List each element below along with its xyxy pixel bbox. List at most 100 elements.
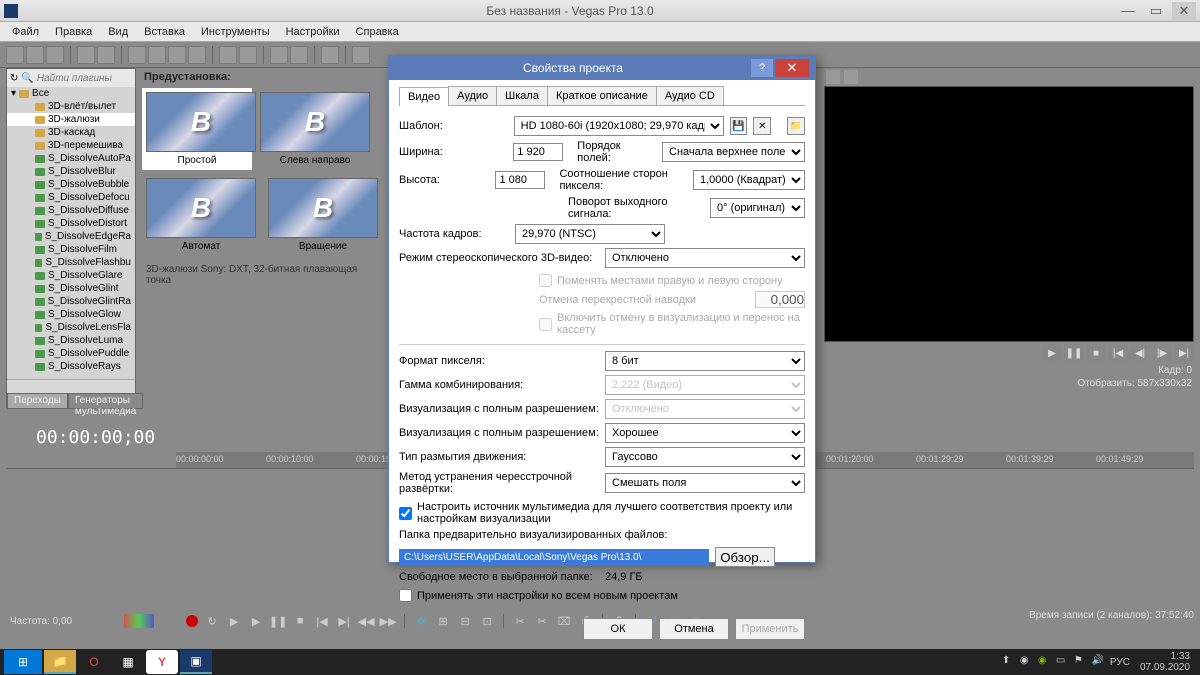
play-button[interactable]: ▶ bbox=[248, 613, 264, 629]
stop-button[interactable]: ■ bbox=[292, 613, 308, 629]
rate-slider[interactable] bbox=[124, 614, 154, 628]
toolbar-button[interactable] bbox=[46, 46, 64, 64]
step-back-button[interactable]: ◀| bbox=[1130, 345, 1150, 361]
tab-transitions[interactable]: Переходы bbox=[7, 393, 68, 409]
tray-language[interactable]: РУС bbox=[1110, 657, 1130, 668]
toolbar-button[interactable] bbox=[77, 46, 95, 64]
dialog-tab[interactable]: Аудио CD bbox=[656, 86, 724, 105]
taskbar-item-vegas[interactable]: ▣ bbox=[180, 650, 212, 674]
menu-Файл[interactable]: Файл bbox=[4, 24, 47, 40]
tree-item[interactable]: 3D-перемешива bbox=[7, 139, 135, 152]
step-fwd-button[interactable]: |▶ bbox=[1152, 345, 1172, 361]
dialog-tab[interactable]: Шкала bbox=[496, 86, 548, 105]
apply-all-checkbox[interactable] bbox=[399, 589, 412, 602]
dialog-tab[interactable]: Видео bbox=[399, 87, 449, 106]
tree-item[interactable]: S_DissolveAutoPa bbox=[7, 152, 135, 165]
preview-tool-icon[interactable] bbox=[826, 70, 840, 84]
tree-item[interactable]: S_DissolveRays bbox=[7, 360, 135, 373]
play-button[interactable]: ▶ bbox=[1042, 345, 1062, 361]
tree-item[interactable]: S_DissolveGlare bbox=[7, 269, 135, 282]
match-media-icon[interactable]: 📁 bbox=[787, 117, 805, 135]
fullres2-select[interactable]: Хорошее bbox=[605, 423, 805, 443]
width-input[interactable] bbox=[513, 143, 563, 161]
toolbar-button[interactable] bbox=[352, 46, 370, 64]
field-order-select[interactable]: Сначала верхнее поле bbox=[662, 142, 805, 162]
dialog-tab[interactable]: Аудио bbox=[448, 86, 497, 105]
dialog-help-button[interactable]: ? bbox=[751, 59, 773, 77]
taskbar-item-yandex[interactable]: Y bbox=[146, 650, 178, 674]
tray-nvidia-icon[interactable]: ◉ bbox=[1038, 655, 1052, 669]
toolbar-button[interactable] bbox=[168, 46, 186, 64]
refresh-icon[interactable]: ↻ bbox=[10, 73, 18, 84]
toolbar-button[interactable] bbox=[239, 46, 257, 64]
deinterlace-select[interactable]: Смешать поля bbox=[605, 473, 805, 493]
tray-steam-icon[interactable]: ◉ bbox=[1020, 655, 1034, 669]
toolbar-button[interactable] bbox=[270, 46, 288, 64]
fps-select[interactable]: 29,970 (NTSC) bbox=[515, 224, 665, 244]
toolbar-button[interactable] bbox=[290, 46, 308, 64]
record-button[interactable] bbox=[186, 615, 198, 627]
tree-item[interactable]: S_DissolveLensFla bbox=[7, 321, 135, 334]
pixel-format-select[interactable]: 8 бит bbox=[605, 351, 805, 371]
tab-media-generators[interactable]: Генераторы мультимедиа bbox=[68, 393, 143, 409]
close-button[interactable]: ✕ bbox=[1172, 2, 1196, 20]
menu-Настройки[interactable]: Настройки bbox=[278, 24, 348, 40]
dialog-tab[interactable]: Краткое описание bbox=[547, 86, 657, 105]
save-template-icon[interactable]: 💾 bbox=[730, 117, 748, 135]
delete-template-icon[interactable]: ✕ bbox=[753, 117, 771, 135]
tray-icon[interactable]: ⬆ bbox=[1002, 655, 1016, 669]
pause-button[interactable]: ❚❚ bbox=[1064, 345, 1084, 361]
ok-button[interactable]: ОК bbox=[583, 618, 653, 640]
taskbar-item[interactable]: 📁 bbox=[44, 650, 76, 674]
toolbar-button[interactable] bbox=[188, 46, 206, 64]
browse-button[interactable]: Обзор... bbox=[715, 547, 775, 567]
adjust-source-checkbox[interactable] bbox=[399, 507, 412, 520]
maximize-button[interactable]: ▭ bbox=[1144, 2, 1168, 20]
tree-item[interactable]: S_DissolveGlow bbox=[7, 308, 135, 321]
toolbar-button[interactable] bbox=[219, 46, 237, 64]
toolbar-button[interactable] bbox=[128, 46, 146, 64]
apply-button[interactable]: Применить bbox=[735, 618, 805, 640]
tree-item[interactable]: S_DissolveBlur bbox=[7, 165, 135, 178]
preview-tool-icon[interactable] bbox=[844, 70, 858, 84]
rotation-select[interactable]: 0° (оригинал) bbox=[710, 198, 805, 218]
taskbar-item-opera[interactable]: O bbox=[78, 650, 110, 674]
menu-Правка[interactable]: Правка bbox=[47, 24, 100, 40]
goto-start-button[interactable]: |◀ bbox=[314, 613, 330, 629]
tray-icon[interactable]: ⚑ bbox=[1074, 655, 1088, 669]
toolbar-button[interactable] bbox=[321, 46, 339, 64]
goto-end-button[interactable]: ▶| bbox=[336, 613, 352, 629]
tray-clock[interactable]: 1:33 07.09.2020 bbox=[1134, 651, 1196, 673]
start-button[interactable]: ⊞ bbox=[4, 650, 42, 674]
loop-button[interactable]: ↻ bbox=[204, 613, 220, 629]
preset-thumb[interactable]: BПростой bbox=[142, 88, 252, 170]
tray-icon[interactable]: ▭ bbox=[1056, 655, 1070, 669]
par-select[interactable]: 1,0000 (Квадрат) bbox=[693, 170, 805, 190]
tree-item[interactable]: S_DissolveLuma bbox=[7, 334, 135, 347]
menu-Вид[interactable]: Вид bbox=[100, 24, 136, 40]
dialog-close-button[interactable]: ✕ bbox=[775, 59, 809, 77]
prerender-path-input[interactable]: C:\Users\USER\AppData\Local\Sony\Vegas P… bbox=[399, 549, 709, 566]
preset-thumb[interactable]: BВращение bbox=[268, 178, 378, 252]
tree-item[interactable]: S_DissolveDiffuse bbox=[7, 204, 135, 217]
toolbar-button[interactable] bbox=[6, 46, 24, 64]
tree-item[interactable]: 3D-каскад bbox=[7, 126, 135, 139]
tree-item[interactable]: 3D-жалюзи bbox=[7, 113, 135, 126]
play-start-button[interactable]: ▶ bbox=[226, 613, 242, 629]
tree-item[interactable]: S_DissolveGlintRa bbox=[7, 295, 135, 308]
stereo3d-select[interactable]: Отключено bbox=[605, 248, 805, 268]
prev-button[interactable]: ◀◀ bbox=[358, 613, 374, 629]
tree-item[interactable]: S_DissolveDefocu bbox=[7, 191, 135, 204]
menu-Инструменты[interactable]: Инструменты bbox=[193, 24, 278, 40]
toolbar-button[interactable] bbox=[97, 46, 115, 64]
tree-item[interactable]: S_DissolveDistort bbox=[7, 217, 135, 230]
prev-frame-button[interactable]: |◀ bbox=[1108, 345, 1128, 361]
menu-Вставка[interactable]: Вставка bbox=[136, 24, 193, 40]
tree-item[interactable]: S_DissolveFilm bbox=[7, 243, 135, 256]
horizontal-scrollbar[interactable] bbox=[7, 379, 135, 393]
tree-item[interactable]: S_DissolveFlashbu bbox=[7, 256, 135, 269]
tree-item[interactable]: S_DissolveGlint bbox=[7, 282, 135, 295]
motion-blur-select[interactable]: Гауссово bbox=[605, 447, 805, 467]
template-select[interactable]: HD 1080-60i (1920x1080; 29,970 кадр/с) bbox=[514, 116, 724, 136]
tree-item[interactable]: S_DissolvePuddle bbox=[7, 347, 135, 360]
